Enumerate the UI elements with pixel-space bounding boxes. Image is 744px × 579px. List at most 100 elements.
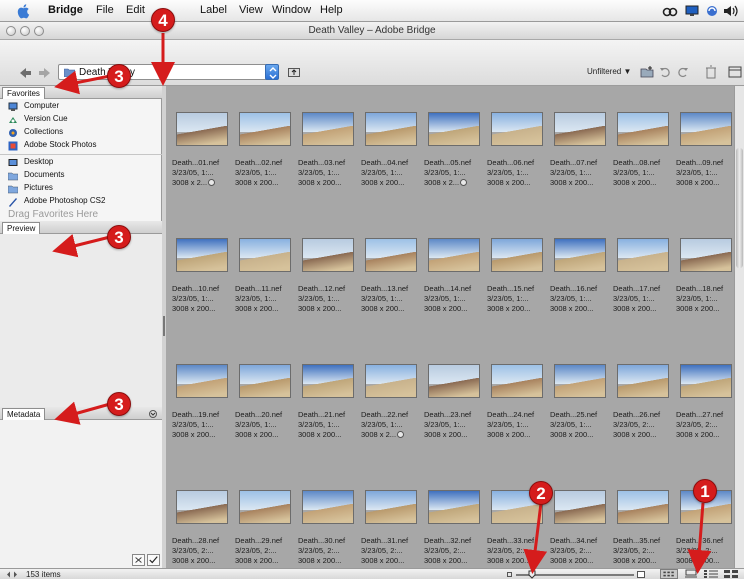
thumbnail-image[interactable] — [302, 364, 354, 398]
thumbnail-image[interactable] — [491, 112, 543, 146]
thumbnail-dimensions: 3008 x 200... — [487, 178, 531, 187]
thumbnail-date: 3/23/05, 1:... — [487, 420, 529, 429]
scrollbar-thumb[interactable] — [736, 148, 743, 268]
thumbnail-dimensions: 3008 x 200... — [361, 178, 405, 187]
thumbnail-date: 3/23/05, 2:... — [487, 546, 529, 555]
folder-up-icon[interactable] — [288, 66, 300, 78]
menu-view[interactable]: View — [239, 4, 263, 16]
menu-file[interactable]: File — [96, 4, 114, 16]
volume-icon[interactable] — [722, 4, 738, 18]
thumbnail-image[interactable] — [176, 490, 228, 524]
tray-display-icon[interactable] — [684, 4, 700, 18]
thumbnail-image[interactable] — [428, 238, 480, 272]
thumbnail-date: 3/23/05, 1:... — [424, 294, 466, 303]
thumbnail-date: 3/23/05, 1:... — [676, 168, 718, 177]
preview-tab[interactable]: Preview — [2, 222, 41, 234]
favorites-tab[interactable]: Favorites — [2, 87, 45, 99]
thumbnail-image[interactable] — [239, 490, 291, 524]
thumbnail-image[interactable] — [239, 364, 291, 398]
thumbnail-image[interactable] — [617, 238, 669, 272]
thumbnail-filename: Death...26.nef — [613, 410, 661, 419]
thumbnail-image[interactable] — [428, 490, 480, 524]
thumbnail-image[interactable] — [365, 112, 417, 146]
thumbnail-large-icon[interactable] — [637, 571, 645, 578]
metadata-panel-menu-icon[interactable] — [149, 410, 157, 418]
filmstrip-view-icon[interactable] — [682, 569, 700, 579]
thumbnail-dimensions: 3008 x 200... — [487, 556, 531, 565]
thumbnail-image[interactable] — [680, 364, 732, 398]
menu-window[interactable]: Window — [272, 4, 311, 16]
thumbnail-image[interactable] — [302, 112, 354, 146]
thumbnail-image[interactable] — [365, 364, 417, 398]
delete-icon[interactable] — [704, 64, 718, 80]
thumbnail-date: 3/23/05, 2:... — [676, 546, 718, 555]
thumbnail-dimensions: 3008 x 200... — [361, 556, 405, 565]
thumbnail-date: 3/23/05, 1:... — [235, 168, 277, 177]
thumbnail-small-icon[interactable] — [507, 572, 512, 577]
thumbnail-date: 3/23/05, 1:... — [172, 294, 214, 303]
menu-label[interactable]: Label — [200, 4, 227, 16]
thumbnail-image[interactable] — [365, 238, 417, 272]
thumbnail-dimensions: 3008 x 200... — [298, 178, 342, 187]
thumbnail-image[interactable] — [365, 490, 417, 524]
thumbnail-filename: Death...17.nef — [613, 284, 661, 293]
thumbnail-image[interactable] — [302, 490, 354, 524]
filter-menu[interactable]: Unfiltered ▼ — [587, 67, 631, 76]
thumbnail-image[interactable] — [428, 364, 480, 398]
thumbnail-image[interactable] — [554, 238, 606, 272]
thumbnail-image[interactable] — [491, 364, 543, 398]
thumbnail-date: 3/23/05, 2:... — [298, 546, 340, 555]
thumbnail-date: 3/23/05, 1:... — [361, 294, 403, 303]
menu-app-name[interactable]: Bridge — [48, 4, 83, 16]
thumbnail-date: 3/23/05, 2:... — [424, 546, 466, 555]
thumbnail-dimensions: 3008 x 2... — [424, 178, 490, 187]
favorite-label: Computer — [24, 101, 60, 110]
path-field[interactable]: Death Valley — [58, 64, 270, 80]
menu-help[interactable]: Help — [320, 4, 343, 16]
compact-mode-icon[interactable] — [728, 64, 742, 80]
rotate-left-icon[interactable] — [658, 64, 672, 80]
thumbnail-image[interactable] — [617, 490, 669, 524]
thumbnail-image[interactable] — [491, 238, 543, 272]
thumbnail-image[interactable] — [176, 112, 228, 146]
tray-sync-icon[interactable] — [704, 4, 720, 18]
metadata-check-icon[interactable] — [147, 554, 160, 566]
thumbnail-image[interactable] — [176, 364, 228, 398]
back-arrow-icon[interactable] — [18, 67, 32, 79]
thumbnail-image[interactable] — [428, 112, 480, 146]
toggle-panes-icon[interactable] — [6, 571, 18, 578]
thumbnail-date: 3/23/05, 1:... — [298, 168, 340, 177]
computer-icon — [8, 102, 18, 111]
new-folder-icon[interactable] — [640, 64, 654, 80]
thumbnail-image[interactable] — [176, 238, 228, 272]
splitter-grip[interactable] — [163, 316, 165, 336]
path-dropdown-button[interactable] — [265, 64, 279, 80]
thumbnail-image[interactable] — [617, 364, 669, 398]
thumbnail-image[interactable] — [302, 238, 354, 272]
thumbnail-image[interactable] — [617, 112, 669, 146]
thumbnail-image[interactable] — [554, 490, 606, 524]
details-view-icon[interactable] — [702, 569, 720, 579]
left-panel: Favorites Computer Version Cue Collectio… — [0, 86, 162, 568]
thumbnail-image[interactable] — [554, 364, 606, 398]
forward-arrow-icon[interactable] — [38, 67, 52, 79]
vertical-scrollbar[interactable] — [734, 86, 744, 568]
thumbnail-filename: Death...27.nef — [676, 410, 724, 419]
versions-view-icon[interactable] — [722, 569, 740, 579]
thumbnail-image[interactable] — [554, 112, 606, 146]
thumbnail-image[interactable] — [239, 112, 291, 146]
tray-link-icon[interactable] — [662, 4, 678, 18]
apple-menu-icon[interactable] — [16, 3, 32, 19]
thumbnail-image[interactable] — [239, 238, 291, 272]
thumbnail-image[interactable] — [680, 238, 732, 272]
thumbnail-filename: Death...04.nef — [361, 158, 409, 167]
metadata-tab[interactable]: Metadata — [2, 408, 46, 420]
thumbnail-dimensions: 3008 x 2... — [172, 178, 238, 187]
menu-edit[interactable]: Edit — [126, 4, 145, 16]
thumbnails-view-icon[interactable] — [660, 569, 678, 579]
metadata-focus-icon[interactable] — [132, 554, 145, 566]
slider-thumb[interactable] — [528, 570, 536, 579]
thumbnail-date: 3/23/05, 1:... — [676, 294, 718, 303]
rotate-right-icon[interactable] — [676, 64, 690, 80]
thumbnail-image[interactable] — [680, 112, 732, 146]
